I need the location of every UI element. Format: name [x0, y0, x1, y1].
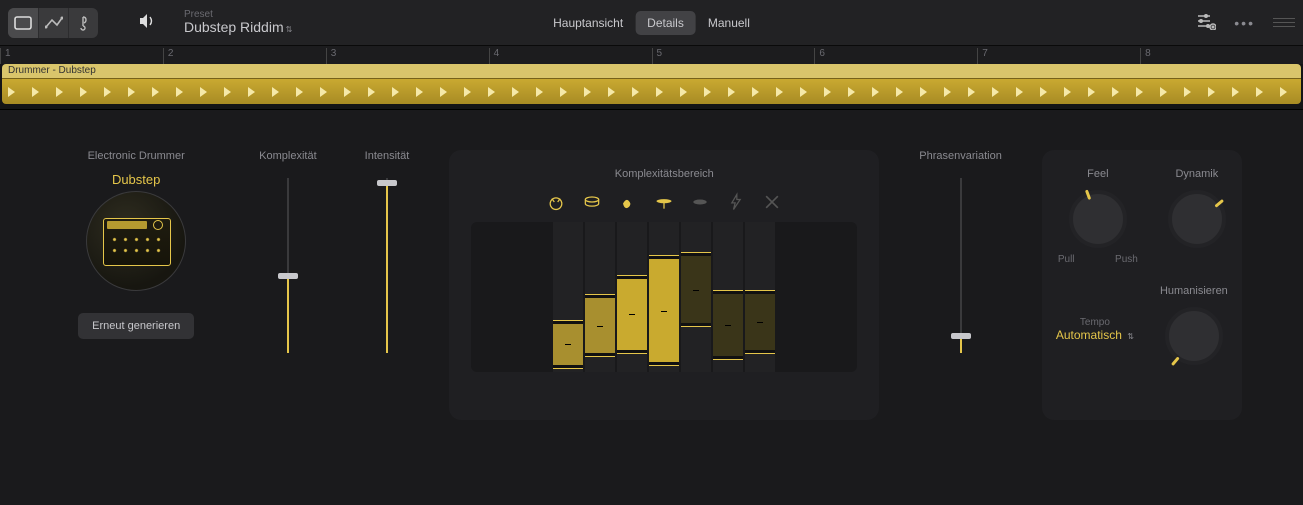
tab-details[interactable]: Details [635, 11, 696, 35]
bar-marker: 1 [0, 48, 11, 64]
tempo-value: Automatisch [1056, 328, 1122, 342]
humanisieren-knob[interactable] [1165, 307, 1223, 365]
dynamik-label: Dynamik [1175, 168, 1218, 180]
intensitaet-column: Intensität [365, 150, 410, 353]
complexity-lane[interactable] [617, 222, 647, 372]
region-view-button[interactable] [8, 8, 38, 38]
humanisieren-label: Humanisieren [1160, 285, 1228, 297]
region-title: Drummer - Dubstep [2, 64, 1301, 78]
hihat-icon[interactable] [654, 192, 674, 212]
bar-marker: 5 [652, 48, 663, 64]
drag-handle-icon[interactable] [1273, 18, 1295, 27]
feel-sublabels: Pull Push [1058, 254, 1138, 265]
drummer-style[interactable]: Dubstep [61, 172, 211, 187]
bar-ruler[interactable]: 1 2 3 4 5 6 7 8 [0, 46, 1303, 64]
left-cluster: Electronic Drummer Dubstep Erneut generi… [61, 150, 409, 420]
humanisieren-column: Humanisieren [1160, 285, 1228, 365]
drummer-column: Electronic Drummer Dubstep Erneut generi… [61, 150, 211, 339]
dynamik-column: Dynamik [1168, 168, 1226, 265]
komplexitaet-column: Komplexität [259, 150, 316, 353]
editor-main: Electronic Drummer Dubstep Erneut generi… [0, 110, 1303, 440]
automation-view-button[interactable] [38, 8, 68, 38]
region-body [2, 78, 1301, 104]
feel-pull-label: Pull [1058, 254, 1075, 265]
komplexitaet-slider[interactable] [281, 178, 295, 353]
feel-dynamik-panel: Feel Pull Push Dynamik Tempo Automatisch… [1042, 150, 1242, 420]
bar-marker: 7 [977, 48, 988, 64]
komplexitaet-label: Komplexität [259, 150, 316, 162]
tab-hauptansicht[interactable]: Hauptansicht [541, 11, 635, 35]
complexity-range-title: Komplexitätsbereich [471, 168, 857, 180]
intensitaet-slider[interactable] [380, 178, 394, 353]
snare-icon[interactable] [582, 192, 602, 212]
tab-manuell[interactable]: Manuell [696, 11, 762, 35]
complexity-lane[interactable] [745, 222, 775, 372]
tempo-sort-icon: ⇅ [1127, 332, 1134, 341]
tempo-label: Tempo [1056, 317, 1134, 328]
timeline[interactable]: 1 2 3 4 5 6 7 8 Drummer - Dubstep [0, 46, 1303, 110]
view-mode-group [8, 8, 98, 38]
view-tabs: Hauptansicht Details Manuell [541, 11, 762, 35]
preset-value: Dubstep Riddim [184, 19, 284, 35]
cross-icon[interactable] [762, 192, 782, 212]
instrument-icons [471, 192, 857, 212]
preset-selector[interactable]: Preset Dubstep Riddim⇅ [184, 9, 292, 35]
complexity-lane[interactable] [681, 222, 711, 372]
drum-machine-icon[interactable] [86, 191, 186, 291]
settings-icon[interactable] [1196, 12, 1216, 33]
complexity-lane[interactable] [713, 222, 743, 372]
perc-icon[interactable] [690, 192, 710, 212]
complexity-bars[interactable] [471, 222, 857, 372]
bar-marker: 2 [163, 48, 174, 64]
bar-marker: 6 [814, 48, 825, 64]
feel-push-label: Push [1115, 254, 1138, 265]
score-view-button[interactable] [68, 8, 98, 38]
knob-row-top: Feel Pull Push Dynamik [1058, 168, 1226, 265]
bar-marker: 3 [326, 48, 337, 64]
complexity-lane[interactable] [553, 222, 583, 372]
right-tools: ••• [1196, 12, 1295, 33]
intensitaet-label: Intensität [365, 150, 410, 162]
kick-icon[interactable] [546, 192, 566, 212]
feel-label: Feel [1087, 168, 1108, 180]
more-menu-icon[interactable]: ••• [1234, 15, 1255, 31]
bottom-row: Tempo Automatisch ⇅ Humanisieren [1056, 285, 1228, 365]
phrasen-column: Phrasenvariation [919, 150, 1002, 420]
tempo-selector[interactable]: Tempo Automatisch ⇅ [1056, 317, 1134, 342]
phrasen-label: Phrasenvariation [919, 150, 1002, 162]
fx-icon[interactable] [726, 192, 746, 212]
bar-marker: 4 [489, 48, 500, 64]
top-toolbar: Preset Dubstep Riddim⇅ Hauptansicht Deta… [0, 0, 1303, 46]
regenerate-button[interactable]: Erneut generieren [78, 313, 194, 339]
complexity-range-panel: Komplexitätsbereich [449, 150, 879, 420]
sort-icon: ⇅ [286, 25, 293, 34]
clap-icon[interactable] [618, 192, 638, 212]
drummer-category: Electronic Drummer [61, 150, 211, 162]
complexity-lane[interactable] [649, 222, 679, 372]
complexity-lane[interactable] [585, 222, 615, 372]
volume-icon[interactable] [138, 13, 156, 32]
feel-column: Feel Pull Push [1058, 168, 1138, 265]
bar-marker: 8 [1140, 48, 1151, 64]
dynamik-knob[interactable] [1168, 190, 1226, 248]
feel-knob[interactable] [1069, 190, 1127, 248]
drummer-region[interactable]: Drummer - Dubstep [2, 64, 1301, 104]
phrasen-slider[interactable] [954, 178, 968, 353]
